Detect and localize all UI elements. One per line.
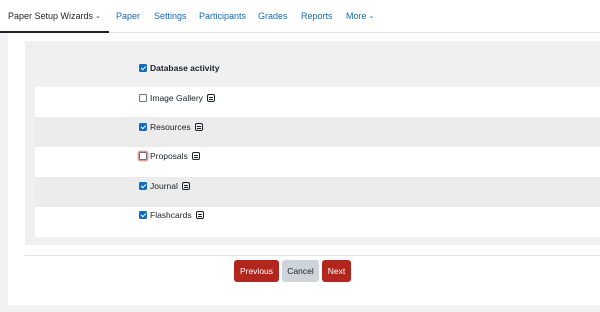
checkbox-label: Database activity	[150, 63, 220, 73]
tab-label: Settings	[154, 11, 187, 21]
tab-label: Reports	[301, 11, 333, 21]
checkbox-checked[interactable]	[139, 64, 147, 72]
checkbox-label: Journal	[150, 181, 178, 191]
chevron-down-icon: ⌄	[368, 13, 375, 20]
next-button[interactable]: Next	[322, 260, 351, 282]
previous-button[interactable]: Previous	[234, 260, 279, 282]
checkbox-unchecked[interactable]	[139, 94, 147, 102]
journal-checkbox-item[interactable]: Journal	[139, 180, 190, 192]
database-icon	[181, 182, 190, 190]
checkbox-checked[interactable]	[139, 211, 147, 219]
flashcards-checkbox-item[interactable]: Flashcards	[139, 209, 204, 221]
tab-label: Participants	[199, 11, 247, 21]
checkbox-label: Proposals	[150, 151, 188, 161]
form-row	[35, 177, 600, 207]
tab-label: Paper	[116, 11, 141, 21]
tab-label: More	[346, 11, 367, 21]
database-icon	[195, 211, 204, 219]
proposals-checkbox-item[interactable]: Proposals	[139, 150, 200, 162]
form-row	[35, 207, 600, 237]
cancel-button[interactable]: Cancel	[282, 260, 319, 282]
database-icon	[206, 94, 215, 102]
tab-grades[interactable]: Grades	[258, 0, 288, 33]
chevron-down-icon: ⌄	[95, 13, 101, 20]
tab-reports[interactable]: Reports	[301, 0, 333, 33]
tab-label: Paper Setup Wizards	[8, 11, 94, 21]
form-divider	[25, 255, 600, 256]
form-row	[35, 87, 600, 117]
checkbox-checked[interactable]	[139, 182, 147, 190]
tab-settings[interactable]: Settings	[154, 0, 187, 33]
checkbox-label: Resources	[150, 122, 191, 132]
checkbox-label: Flashcards	[150, 210, 192, 220]
resources-checkbox-item[interactable]: Resources	[139, 121, 203, 133]
form-row	[35, 147, 600, 177]
tab-label: Grades	[258, 11, 288, 21]
database-icon	[191, 152, 200, 160]
tab-participants[interactable]: Participants	[199, 0, 246, 33]
tab-paper-setup-wizards[interactable]: Paper Setup Wizards ⌄	[0, 0, 109, 33]
database-activity-checkbox-item[interactable]: Database activity	[139, 62, 219, 74]
checkbox-unchecked-focused[interactable]	[139, 152, 147, 160]
secondary-navigation: Paper Setup Wizards ⌄ Paper Settings Part…	[0, 0, 600, 33]
form-row	[35, 117, 600, 147]
database-icon	[194, 123, 203, 131]
tab-paper[interactable]: Paper	[116, 0, 140, 33]
tab-more[interactable]: More ⌄	[346, 0, 374, 33]
image-gallery-checkbox-item[interactable]: Image Gallery	[139, 92, 215, 104]
checkbox-checked[interactable]	[139, 123, 147, 131]
checkbox-label: Image Gallery	[150, 93, 203, 103]
